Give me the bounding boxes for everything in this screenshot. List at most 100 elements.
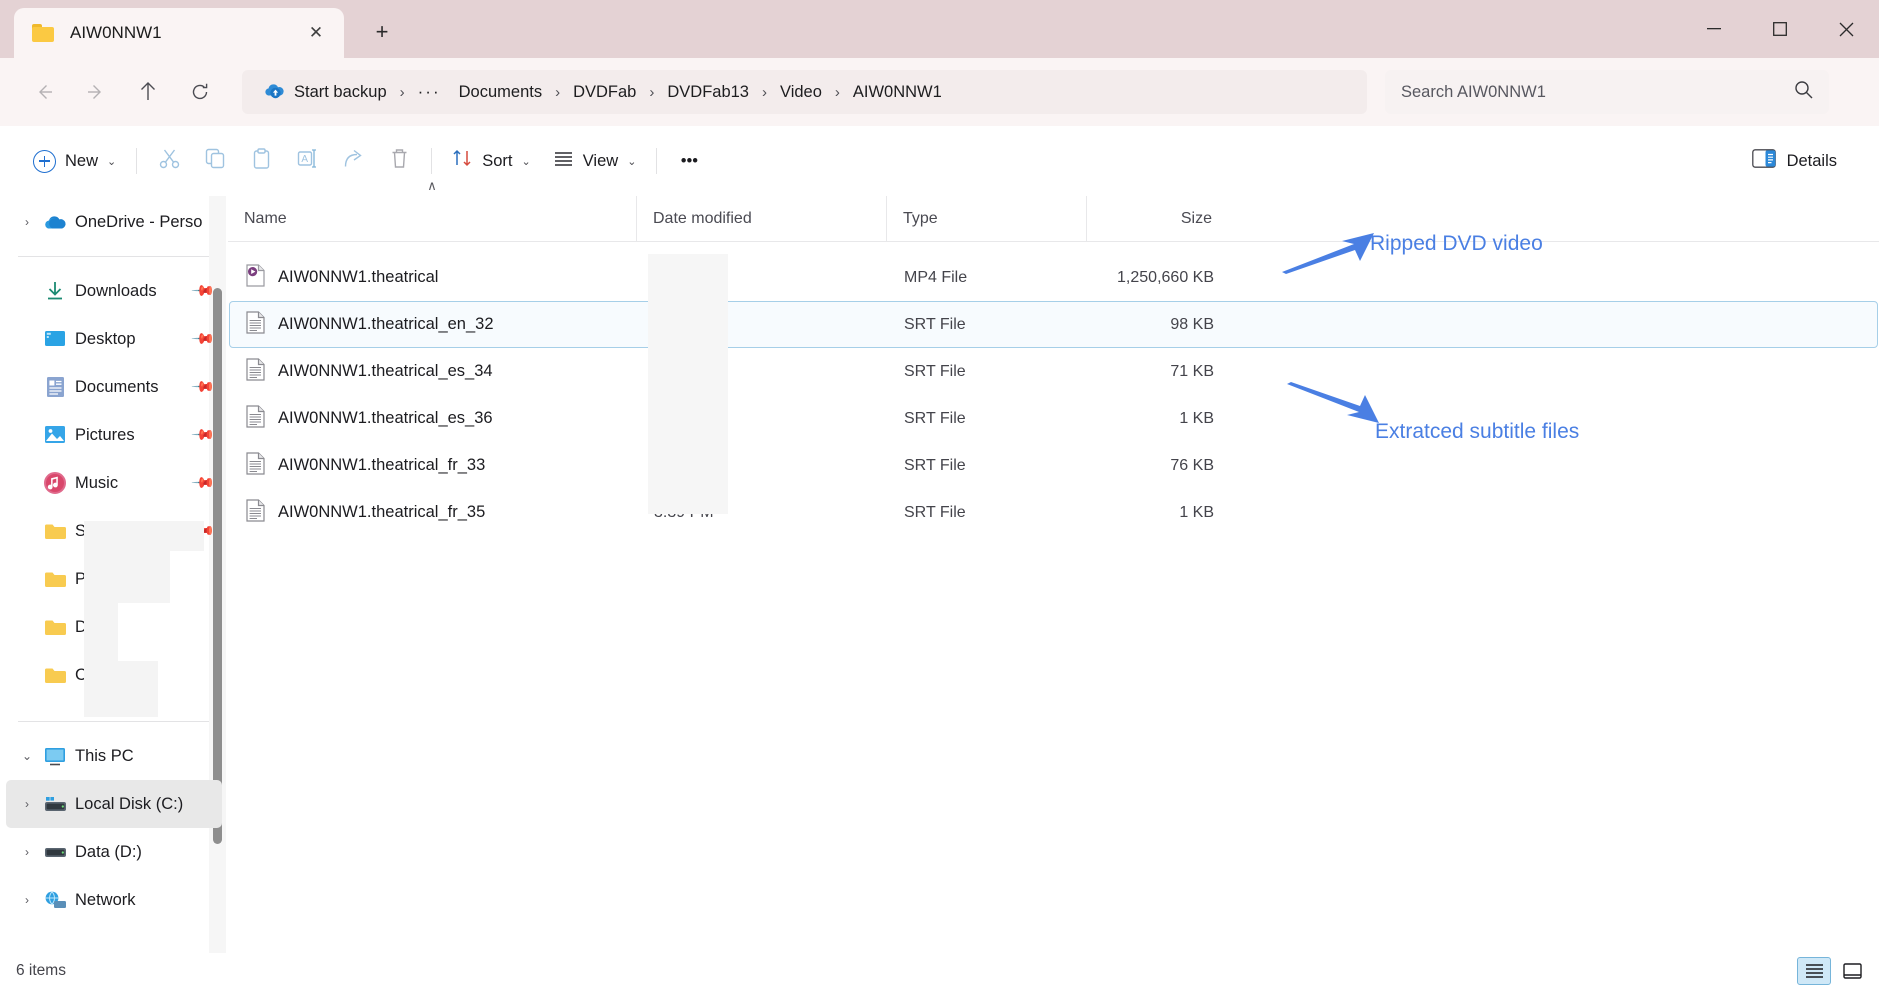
status-bar: 6 items [0, 953, 1879, 989]
breadcrumb-item-dvdfab[interactable]: DVDFab [564, 78, 645, 107]
forward-button[interactable] [74, 70, 118, 114]
details-view-toggle[interactable] [1797, 957, 1831, 985]
back-button[interactable] [22, 70, 66, 114]
folder-icon [32, 24, 54, 42]
thispc-icon [40, 747, 70, 766]
search-box[interactable] [1385, 70, 1829, 114]
file-name-cell: AIW0NNW1.theatrical_fr_33 [230, 452, 638, 480]
music-icon [40, 472, 70, 494]
sidebar-item-label: Documents [75, 378, 194, 397]
toolbar-divider [656, 148, 657, 174]
breadcrumb-start-backup[interactable]: Start backup [254, 76, 396, 109]
copy-button[interactable] [192, 140, 238, 182]
cut-button[interactable] [146, 140, 192, 182]
table-row[interactable]: AIW0NNW1.theatrical_fr_33 3:39 PM SRT Fi… [229, 442, 1878, 489]
details-pane-button[interactable]: Details [1740, 140, 1849, 182]
breadcrumb-separator: › [551, 84, 564, 101]
table-row[interactable]: AIW0NNW1.theatrical_es_36 3:39 PM SRT Fi… [229, 395, 1878, 442]
minimize-button[interactable] [1681, 0, 1747, 58]
pin-icon[interactable]: 📌 [191, 470, 218, 497]
pin-icon[interactable]: 📌 [191, 278, 218, 305]
column-headers: ∧ Name Date modified Type Size [228, 196, 1879, 242]
chevron-right-icon[interactable]: › [14, 797, 40, 811]
rename-button[interactable]: A [284, 140, 330, 182]
new-button-label: New [65, 152, 98, 171]
sidebar-item-pictures[interactable]: Pictures 📌 [6, 411, 222, 459]
close-button[interactable] [1813, 0, 1879, 58]
search-icon[interactable] [1794, 80, 1813, 104]
file-name-cell: AIW0NNW1.theatrical_es_34 [230, 358, 638, 386]
breadcrumb-item-video[interactable]: Video [771, 78, 831, 107]
sidebar-item-this-pc[interactable]: ⌄ This PC [6, 732, 222, 780]
table-row[interactable]: AIW0NNW1.theatrical_fr_35 3:39 PM SRT Fi… [229, 489, 1878, 536]
file-size-cell: 98 KB [1088, 316, 1228, 334]
file-type-cell: SRT File [888, 504, 1088, 522]
chevron-down-icon[interactable]: ⌄ [14, 749, 40, 763]
redaction-overlay [648, 254, 728, 514]
sidebar-item-label: Music [75, 474, 194, 493]
pin-icon[interactable]: 📌 [191, 422, 218, 449]
file-size-cell: 1 KB [1088, 504, 1228, 522]
sort-button[interactable]: Sort ⌄ [441, 140, 541, 182]
breadcrumb-item-aiw0nnw1[interactable]: AIW0NNW1 [844, 78, 951, 107]
table-row[interactable]: AIW0NNW1.theatrical_en_32 3:39 PM SRT Fi… [229, 301, 1878, 348]
sidebar-item-network[interactable]: › Network [6, 876, 222, 924]
srt-file-icon [246, 405, 265, 433]
srt-file-icon [246, 311, 265, 339]
pin-icon[interactable]: 📌 [191, 326, 218, 353]
tab-close-icon[interactable]: ✕ [302, 19, 330, 47]
view-button-label: View [583, 152, 618, 171]
delete-button[interactable] [376, 140, 422, 182]
column-header-label: Date modified [653, 210, 752, 228]
sidebar-item-desktop[interactable]: Desktop 📌 [6, 315, 222, 363]
new-button[interactable]: New ⌄ [22, 140, 127, 182]
file-type-cell: SRT File [888, 410, 1088, 428]
search-input[interactable] [1401, 83, 1794, 102]
table-row[interactable]: AIW0NNW1.theatrical 3:37 PM MP4 File 1,2… [229, 254, 1878, 301]
maximize-button[interactable] [1747, 0, 1813, 58]
plus-circle-icon [33, 150, 56, 173]
share-button[interactable] [330, 140, 376, 182]
srt-file-icon [246, 499, 265, 527]
chevron-right-icon[interactable]: › [14, 215, 40, 229]
main-content: › OneDrive - Perso Downloads 📌 Desktop 📌 [0, 196, 1879, 953]
up-button[interactable] [126, 70, 170, 114]
sidebar-item-onedrive[interactable]: › OneDrive - Perso [6, 198, 222, 246]
breadcrumb-separator: › [831, 84, 844, 101]
breadcrumb-item-dvdfab13[interactable]: DVDFab13 [658, 78, 758, 107]
sidebar-item-music[interactable]: Music 📌 [6, 459, 222, 507]
details-pane-icon [1752, 149, 1776, 173]
refresh-button[interactable] [178, 70, 222, 114]
paste-button[interactable] [238, 140, 284, 182]
address-bar[interactable]: Start backup › ··· Documents › DVDFab › … [242, 70, 1367, 114]
mp4-file-icon [246, 264, 265, 292]
file-type-cell: SRT File [888, 457, 1088, 475]
chevron-down-icon: ⌄ [627, 155, 636, 168]
column-header-type[interactable]: Type [886, 196, 1086, 241]
column-header-date-modified[interactable]: Date modified [636, 196, 886, 241]
view-button[interactable]: View ⌄ [542, 140, 648, 182]
pin-icon[interactable]: 📌 [191, 374, 218, 401]
browser-tab-aiw0nnw1[interactable]: AIW0NNW1 ✕ [14, 8, 344, 58]
file-name-cell: AIW0NNW1.theatrical [230, 264, 638, 292]
annotation-label-subtitles: Extratced subtitle files [1375, 420, 1579, 444]
file-type-cell: SRT File [888, 316, 1088, 334]
sidebar-item-label: Pictures [75, 426, 194, 445]
table-row[interactable]: AIW0NNW1.theatrical_es_34 3:39 PM SRT Fi… [229, 348, 1878, 395]
sidebar-item-documents[interactable]: Documents 📌 [6, 363, 222, 411]
column-header-size[interactable]: Size [1086, 196, 1226, 241]
breadcrumb-overflow-button[interactable]: ··· [409, 77, 450, 107]
more-options-button[interactable]: ••• [666, 140, 712, 182]
breadcrumb-item-documents[interactable]: Documents [450, 78, 551, 107]
chevron-right-icon[interactable]: › [14, 845, 40, 859]
column-header-name[interactable]: ∧ Name [228, 196, 636, 241]
sidebar-item-local-disk-c[interactable]: › Local Disk (C:) [6, 780, 222, 828]
sidebar-item-downloads[interactable]: Downloads 📌 [6, 267, 222, 315]
toolbar-divider [136, 148, 137, 174]
large-icons-view-toggle[interactable] [1835, 957, 1869, 985]
file-type-cell: MP4 File [888, 269, 1088, 287]
chevron-right-icon[interactable]: › [14, 893, 40, 907]
sidebar-item-label: Network [75, 891, 214, 910]
new-tab-button[interactable]: + [366, 16, 398, 48]
sidebar-item-data-d[interactable]: › Data (D:) [6, 828, 222, 876]
